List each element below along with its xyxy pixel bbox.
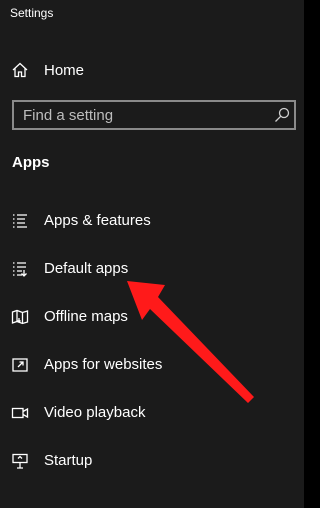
apps-for-websites-icon (11, 356, 29, 374)
section-heading-apps: Apps (12, 154, 50, 171)
nav-item-default-apps[interactable]: Default apps (0, 251, 304, 287)
nav-item-home[interactable]: Home (0, 54, 304, 86)
nav-label-apps-features: Apps & features (44, 212, 151, 229)
window-title: Settings (10, 6, 54, 20)
nav-label-apps-for-websites: Apps for websites (44, 356, 163, 373)
nav-label-default-apps: Default apps (44, 260, 129, 277)
nav-item-apps-for-websites[interactable]: Apps for websites (0, 347, 304, 383)
nav-label-home: Home (44, 62, 85, 79)
startup-icon (11, 452, 29, 470)
offline-maps-icon (11, 308, 29, 326)
nav-item-offline-maps[interactable]: Offline maps (0, 299, 304, 335)
nav-item-video-playback[interactable]: Video playback (0, 395, 304, 431)
apps-features-icon (11, 212, 29, 230)
search-icon[interactable] (274, 107, 290, 123)
home-icon (11, 61, 29, 79)
nav-label-video-playback: Video playback (44, 404, 146, 421)
search-input[interactable] (23, 102, 263, 128)
search-box[interactable] (12, 100, 296, 130)
video-playback-icon (11, 404, 29, 422)
default-apps-icon (11, 260, 29, 278)
nav-label-offline-maps: Offline maps (44, 308, 128, 325)
nav-item-apps-features[interactable]: Apps & features (0, 203, 304, 239)
nav-item-startup[interactable]: Startup (0, 443, 304, 479)
nav-label-startup: Startup (44, 452, 93, 469)
